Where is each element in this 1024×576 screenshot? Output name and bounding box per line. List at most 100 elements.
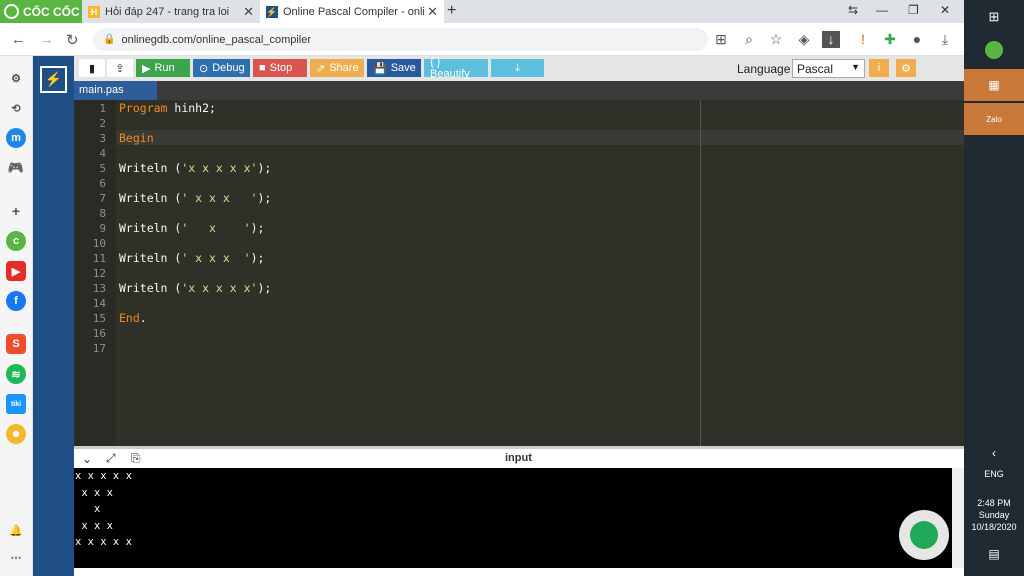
code-line[interactable]: Begin <box>119 131 154 146</box>
tab-title: Hỏi đáp 247 - trang tra loi <box>105 5 230 18</box>
code-line[interactable]: Writeln ('x x x x x'); <box>119 281 271 296</box>
code-line[interactable]: Program hinh2; <box>119 101 216 116</box>
terminal-scrollbar[interactable] <box>952 468 964 568</box>
collapse-chevron-icon[interactable]: ⌄ <box>82 452 92 466</box>
code-token: ' x x x ' <box>181 251 251 265</box>
code-token: ' x ' <box>181 221 251 235</box>
clock-time: 2:48 PM <box>977 498 1011 508</box>
language-select[interactable]: Pascal ▼ <box>792 59 865 78</box>
run-button[interactable]: ▶ Run <box>136 59 190 77</box>
zoom-icon[interactable]: ⌕ <box>740 31 758 48</box>
bookmark-star-icon[interactable]: ☆ <box>767 31 785 48</box>
language-indicator[interactable]: ENG <box>964 466 1024 482</box>
url-field[interactable]: 🔒 onlinegdb.com/online_pascal_compiler <box>93 28 708 51</box>
action-center-icon[interactable]: ▤ <box>964 544 1024 564</box>
download-code-button[interactable]: ⤓ <box>491 59 544 77</box>
windows-start-icon[interactable]: ⊞ <box>964 4 1024 30</box>
history-icon[interactable]: ⟲ <box>6 98 26 118</box>
facebook-icon[interactable]: f <box>6 291 26 311</box>
code-token: ); <box>257 161 272 175</box>
chat-bubble-button[interactable] <box>899 510 949 560</box>
code-line[interactable]: Writeln ('x x x x x'); <box>119 161 271 176</box>
code-line[interactable]: Writeln (' x '); <box>119 221 264 236</box>
terminal-output[interactable] <box>74 468 952 568</box>
spotify-icon[interactable]: ≋ <box>6 364 26 384</box>
new-tab-button[interactable]: + <box>447 2 456 20</box>
debug-button[interactable]: ⊙ Debug <box>193 59 250 77</box>
tab-search-icon[interactable]: ⇆ <box>848 3 858 17</box>
line-number: 12 <box>92 267 106 280</box>
add-icon[interactable]: + <box>6 201 26 221</box>
code-token: Writeln ( <box>119 221 182 235</box>
language-value: Pascal <box>797 62 834 76</box>
code-line[interactable]: Writeln (' x x x '); <box>119 191 271 206</box>
settings-icon[interactable]: ⚙ <box>6 68 26 88</box>
terminal-line: x x x x x <box>75 536 132 548</box>
gdb-sidebar <box>33 56 74 576</box>
coccoc-brand[interactable]: CỐC CỐC <box>0 0 82 23</box>
expand-icon[interactable]: ⤢ <box>106 451 116 466</box>
close-tab-icon[interactable]: ✕ <box>243 4 254 20</box>
tiki-icon[interactable]: tiki <box>6 394 26 414</box>
beautify-button[interactable]: { } Beautify <box>424 56 488 80</box>
profile-icon[interactable]: ● <box>908 31 926 47</box>
code-line[interactable]: End. <box>119 311 147 326</box>
upload-icon[interactable]: ⇪ <box>107 59 133 77</box>
save-button[interactable]: 💾 Save <box>367 59 421 77</box>
play-icon: ▶ <box>142 62 151 75</box>
forward-icon[interactable]: → <box>39 31 54 48</box>
code-token: 'x x x x x' <box>181 281 258 295</box>
terminal-line: x x x x x <box>75 470 132 482</box>
line-number: 14 <box>92 297 106 310</box>
code-token: Begin <box>119 131 154 145</box>
new-file-icon[interactable]: ▮ <box>79 59 105 77</box>
taskbar-zalo-icon[interactable]: Zalo <box>964 103 1024 135</box>
mascot-icon[interactable]: ☻ <box>6 424 26 444</box>
stop-button[interactable]: ■ Stop <box>253 59 307 77</box>
notification-bell-icon[interactable]: 🔔 <box>6 520 26 540</box>
more-icon[interactable]: ⋯ <box>6 547 26 567</box>
youtube-icon[interactable]: ▶ <box>6 261 26 281</box>
info-icon[interactable]: i <box>869 59 889 77</box>
extension-badge-icon[interactable]: ◈ <box>795 31 813 48</box>
tab-hoidap[interactable]: H Hỏi đáp 247 - trang tra loi ✕ <box>82 0 260 23</box>
taskbar-app-icon[interactable]: ▦ <box>964 69 1024 101</box>
chevron-down-icon: ▼ <box>851 62 860 72</box>
gear-icon[interactable]: ⚙ <box>896 59 916 77</box>
clock-date: 10/18/2020 <box>971 522 1017 532</box>
translate-icon[interactable]: ⊞ <box>712 31 730 48</box>
close-window-button[interactable]: ✕ <box>940 3 950 17</box>
tab-title: Online Pascal Compiler - onli <box>283 5 425 18</box>
code-editor[interactable] <box>74 100 964 446</box>
coccoc-icon[interactable]: c <box>6 231 26 251</box>
minimize-button[interactable]: — <box>876 3 888 17</box>
menu-download-icon[interactable]: ⤓ <box>936 31 954 48</box>
tab-online-pascal[interactable]: ⚡ Online Pascal Compiler - onli ✕ <box>260 0 444 23</box>
back-icon[interactable]: ← <box>11 31 26 48</box>
brand-label: CỐC CỐC <box>23 4 80 19</box>
share-button[interactable]: ⇗ Share <box>310 59 364 77</box>
file-tab-bar: main.pas <box>74 81 964 100</box>
beautify-label: { } Beautify <box>430 56 470 80</box>
tray-expand-icon[interactable]: ‹ <box>964 445 1024 461</box>
restore-button[interactable]: ❐ <box>908 3 919 17</box>
line-number: 9 <box>99 222 106 235</box>
copy-icon[interactable]: ⎘ <box>131 451 141 466</box>
messenger-icon[interactable]: m <box>6 128 26 148</box>
download-icon[interactable]: ↓ <box>822 31 840 48</box>
reload-icon[interactable]: ↻ <box>66 31 79 49</box>
game-icon[interactable]: 🎮 <box>6 158 26 178</box>
close-tab-icon[interactable]: ✕ <box>427 4 438 20</box>
code-token: ); <box>257 281 272 295</box>
code-line[interactable]: Writeln (' x x x '); <box>119 251 264 266</box>
taskbar-coccoc-icon[interactable] <box>964 36 1024 64</box>
code-token: End <box>119 311 140 325</box>
share-label: Share <box>329 62 359 74</box>
taskbar-clock[interactable]: 2:48 PM Sunday 10/18/2020 <box>964 497 1024 533</box>
gdb-logo-icon[interactable]: ⚡ <box>40 66 67 93</box>
puzzle-icon[interactable]: ✚ <box>881 31 899 48</box>
file-tab-main[interactable]: main.pas <box>74 81 157 100</box>
alert-icon[interactable]: ! <box>854 31 872 47</box>
shopee-icon[interactable]: S <box>6 334 26 354</box>
share-icon: ⇗ <box>316 62 326 75</box>
